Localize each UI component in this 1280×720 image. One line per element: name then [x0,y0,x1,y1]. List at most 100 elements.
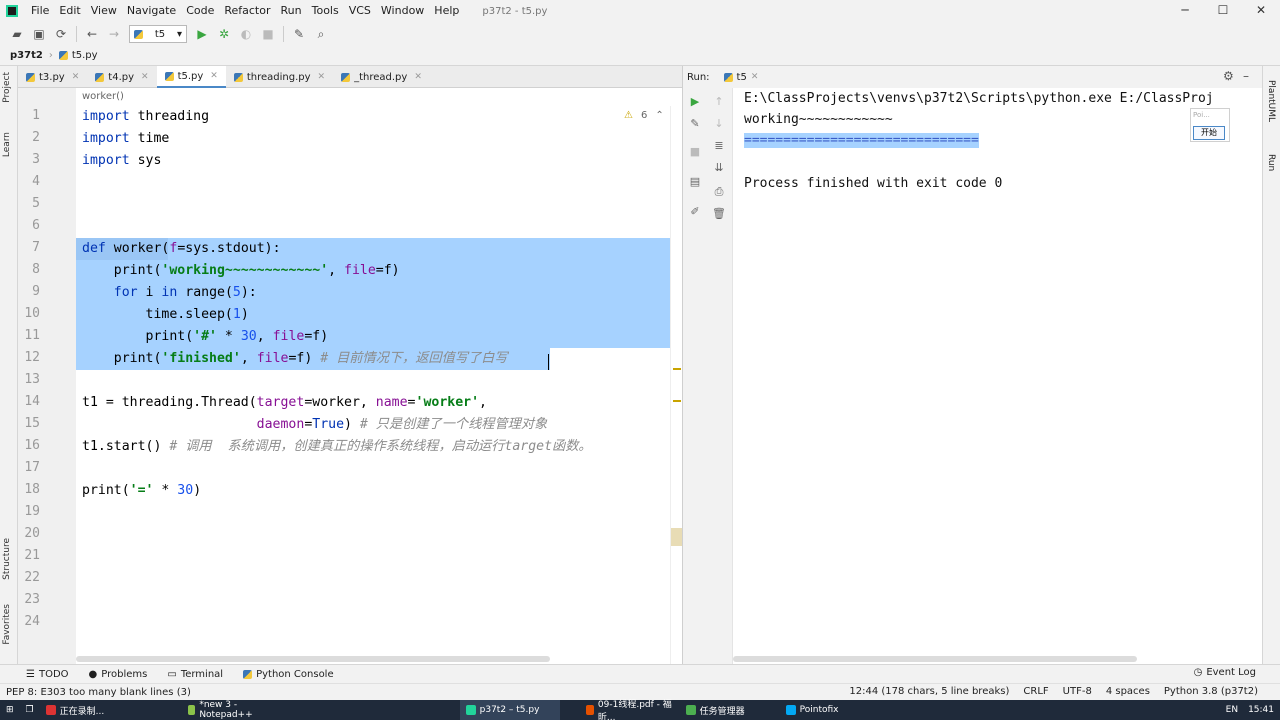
start-icon[interactable]: ⊞ [0,700,20,720]
input-language[interactable]: EN [1226,705,1238,715]
close-icon[interactable]: ✕ [141,72,149,82]
menu-tools[interactable]: Tools [307,0,344,22]
event-log-button[interactable]: ◷ Event Log [1194,667,1256,678]
minimize-button[interactable]: ─ [1166,0,1204,22]
menu-view[interactable]: View [86,0,122,22]
run-tab[interactable]: t5 ✕ [723,72,759,83]
menu-window[interactable]: Window [376,0,429,22]
tab-t5[interactable]: t5.py ✕ [156,66,226,88]
file-encoding[interactable]: UTF-8 [1063,686,1092,697]
tab-thread[interactable]: _thread.py ✕ [333,66,430,88]
taskbar-item-recording[interactable]: 正在录制... [40,700,148,720]
line-number: 20 [24,526,40,541]
editor-hscrollbar[interactable] [76,656,550,662]
scroll-to-end-icon[interactable]: ⇊ [711,160,727,176]
close-button[interactable]: ✕ [1242,0,1280,22]
pin-icon[interactable]: ✐ [687,204,703,220]
run-config-select[interactable]: t5 ▾ [129,25,187,43]
clock[interactable]: 15:41 [1248,705,1274,715]
code-line-11: print('#' * 30, file=f) [82,329,329,344]
taskbar-item-pycharm[interactable]: p37t2 – t5.py [459,700,560,720]
menu-vcs[interactable]: VCS [344,0,376,22]
minimize-panel-icon[interactable]: – [1243,69,1249,83]
close-icon[interactable]: ✕ [751,72,759,82]
layout-icon[interactable]: ▤ [687,174,703,190]
run-icon[interactable]: ▶ [191,23,213,45]
taskbar-item-pdf[interactable]: 09-1线程.pdf - 福昕... [580,700,680,720]
back-arrow-icon[interactable]: ← [81,23,103,45]
editor-scrollbar[interactable] [670,106,682,664]
wrench-icon[interactable]: ✎ [288,23,310,45]
maximize-button[interactable]: ☐ [1204,0,1242,22]
console-hscrollbar[interactable] [733,656,1137,662]
python-interpreter[interactable]: Python 3.8 (p37t2) [1164,686,1258,697]
status-widgets: 12:44 (178 chars, 5 line breaks) CRLF UT… [849,683,1258,700]
stop-icon[interactable]: ■ [257,23,279,45]
close-icon[interactable]: ✕ [318,72,326,82]
start-button[interactable]: 开始 [1193,126,1225,140]
rerun-icon[interactable]: ▶ [687,94,703,110]
problems-tool-button[interactable]: ● Problems [89,669,148,680]
up-arrow-icon[interactable]: ↑ [711,94,727,110]
taskbar-item-taskmgr[interactable]: 任务管理器 [680,700,780,720]
tab-threading[interactable]: threading.py ✕ [226,66,333,88]
indent-setting[interactable]: 4 spaces [1106,686,1150,697]
forward-arrow-icon[interactable]: → [103,23,125,45]
coverage-icon[interactable]: ◐ [235,23,257,45]
code-line-18: print('=' * 30) [82,483,202,498]
todo-tool-button[interactable]: ☰ TODO [26,669,69,680]
python-file-icon [95,72,105,82]
breadcrumb-file[interactable]: t5.py [72,50,98,61]
close-icon[interactable]: ✕ [414,72,422,82]
taskbar-item-notepad[interactable]: *new 3 - Notepad++ [182,700,278,720]
stop-icon[interactable]: ■ [687,144,703,160]
gear-icon[interactable]: ⚙ [1223,69,1234,83]
run-console[interactable]: E:\ClassProjects\venvs\p37t2\Scripts\pyt… [732,88,1262,664]
python-file-icon [58,51,68,60]
close-icon[interactable]: ✕ [72,72,80,82]
python-console-tool-button[interactable]: Python Console [243,669,334,680]
menu-refactor[interactable]: Refactor [219,0,275,22]
caret-position[interactable]: 12:44 (178 chars, 5 line breaks) [849,686,1009,697]
debug-icon[interactable]: ✲ [213,23,235,45]
soft-wrap-icon[interactable]: ≣ [711,138,727,154]
menu-run[interactable]: Run [276,0,307,22]
pycharm-icon [465,705,476,715]
code-editor[interactable]: import threading import time import sys … [76,106,670,664]
menu-help[interactable]: Help [429,0,464,22]
scroll-thumb[interactable] [671,528,682,546]
terminal-tool-button[interactable]: ▭ Terminal [167,669,223,680]
trash-icon[interactable]: 🗑 [711,206,727,222]
sync-icon[interactable]: ⟳ [50,23,72,45]
console-line: E:\ClassProjects\venvs\p37t2\Scripts\pyt… [744,91,1214,106]
wrench-icon[interactable]: ✎ [687,116,703,132]
open-folder-icon[interactable]: ▰ [6,23,28,45]
taskbar-label: 任务管理器 [699,706,745,717]
close-icon[interactable]: ✕ [210,71,218,81]
chevron-up-icon[interactable]: ⌃ [655,110,663,121]
tab-t4[interactable]: t4.py ✕ [87,66,156,88]
menu-edit[interactable]: Edit [54,0,85,22]
taskbar-item-pointofix[interactable]: Pointofix [780,700,870,720]
warning-marker [673,400,681,402]
project-tool-tab[interactable]: Project [2,72,12,103]
print-icon[interactable]: ⎙ [711,184,727,200]
line-number: 9 [32,284,40,299]
taskbar-label: *new 3 - Notepad++ [199,700,253,720]
save-icon[interactable]: ▣ [28,23,50,45]
plantuml-tool-tab[interactable]: PlantUML [1266,80,1276,122]
menu-navigate[interactable]: Navigate [122,0,181,22]
tab-t3[interactable]: t3.py ✕ [18,66,87,88]
line-number: 4 [32,174,40,189]
down-arrow-icon[interactable]: ↓ [711,116,727,132]
editor-breadcrumb[interactable]: worker() [76,88,682,106]
line-separator[interactable]: CRLF [1023,686,1048,697]
line-number: 19 [24,504,40,519]
run-tool-tab[interactable]: Run [1266,154,1276,171]
breadcrumb-project[interactable]: p37t2 [10,50,43,61]
system-tray: EN 15:41 [1226,700,1274,720]
menu-file[interactable]: File [26,0,54,22]
task-view-icon[interactable]: ❐ [20,700,40,720]
search-icon[interactable]: ⌕ [310,23,332,45]
menu-code[interactable]: Code [181,0,219,22]
